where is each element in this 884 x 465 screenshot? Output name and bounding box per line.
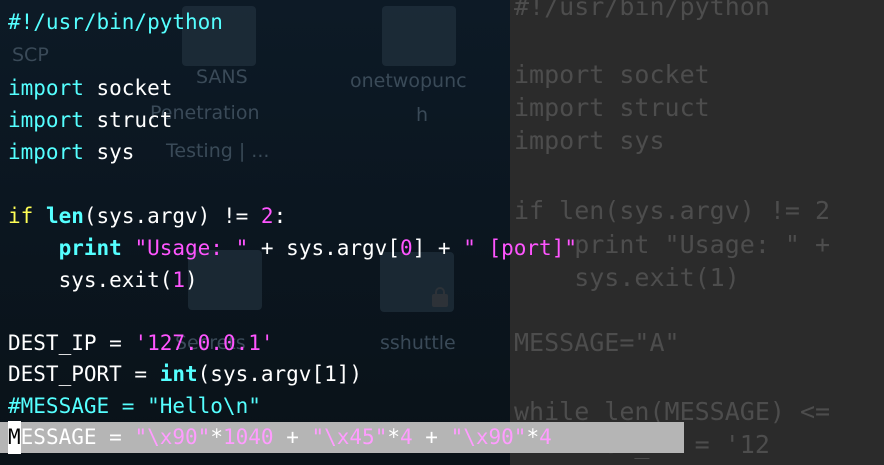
comment-token: #MESSAGE = "Hello\n" — [8, 394, 261, 418]
string-token: "Usage: " — [134, 236, 249, 260]
code-line-if: if len(sys.argv) != 2: — [8, 200, 286, 233]
code-token: : — [273, 204, 287, 228]
code-line-dest-ip: DEST_IP = '127.0.0.1' — [8, 327, 274, 360]
code-token: + — [412, 425, 451, 449]
code-token: DEST_IP = — [8, 331, 135, 355]
code-token: ] + — [412, 236, 464, 260]
code-token: (sys.argv[1]) — [197, 362, 363, 386]
number-token: 4 — [400, 425, 413, 449]
code-line-exit: sys.exit(1) — [8, 264, 198, 297]
code-token: (sys.argv) != — [83, 204, 261, 228]
text-cursor: M — [8, 421, 21, 454]
current-line-highlight: MESSAGE = "\x90"*1040 + "\x45"*4 + "\x90… — [0, 421, 684, 454]
string-token: '127.0.0.1' — [134, 331, 274, 355]
builtin-token: len — [45, 204, 84, 228]
keyword-token: if — [8, 204, 34, 228]
code-token: * — [210, 425, 223, 449]
code-line-message-comment: #MESSAGE = "Hello\n" — [8, 390, 261, 423]
module-token: struct — [83, 108, 173, 132]
code-line-message[interactable]: MESSAGE = "\x90"*1040 + "\x45"*4 + "\x90… — [8, 421, 552, 454]
number-token: 0 — [399, 236, 413, 260]
code-token: ESSAGE = — [20, 425, 135, 449]
keyword-token: import — [8, 76, 84, 100]
string-token: "\x45" — [311, 425, 388, 449]
keyword-token: import — [8, 108, 84, 132]
code-token: + sys.argv[ — [248, 236, 400, 260]
number-token: 4 — [539, 425, 552, 449]
code-line-shebang: #!/usr/bin/python — [8, 6, 223, 39]
comment-token: #!/usr/bin/python — [8, 10, 223, 34]
string-token: "\x90" — [134, 425, 211, 449]
module-token: sys — [83, 140, 135, 164]
code-line-import-struct: import struct — [8, 104, 172, 137]
code-token: ) — [185, 268, 198, 292]
keyword-token: print — [58, 236, 122, 260]
code-line-print: print "Usage: " + sys.argv[0] + " [port]… — [8, 232, 577, 265]
code-editor[interactable]: #!/usr/bin/python import socket import s… — [0, 0, 884, 465]
builtin-token: int — [159, 362, 198, 386]
code-token: * — [387, 425, 400, 449]
number-token: 1 — [172, 268, 186, 292]
number-token: 1040 — [222, 425, 274, 449]
keyword-token: import — [8, 140, 84, 164]
code-line-import-socket: import socket — [8, 72, 172, 105]
number-token: 2 — [260, 204, 274, 228]
code-token: + — [273, 425, 312, 449]
code-token: sys.exit( — [58, 268, 173, 292]
string-token: " [port]" — [463, 236, 577, 260]
code-token: * — [526, 425, 540, 449]
code-line-dest-port: DEST_PORT = int(sys.argv[1]) — [8, 358, 362, 391]
string-token: "\x90" — [450, 425, 527, 449]
indent-token — [8, 236, 59, 260]
indent-token — [8, 268, 59, 292]
code-line-import-sys: import sys — [8, 136, 134, 169]
code-token: DEST_PORT = — [8, 362, 160, 386]
module-token: socket — [83, 76, 173, 100]
